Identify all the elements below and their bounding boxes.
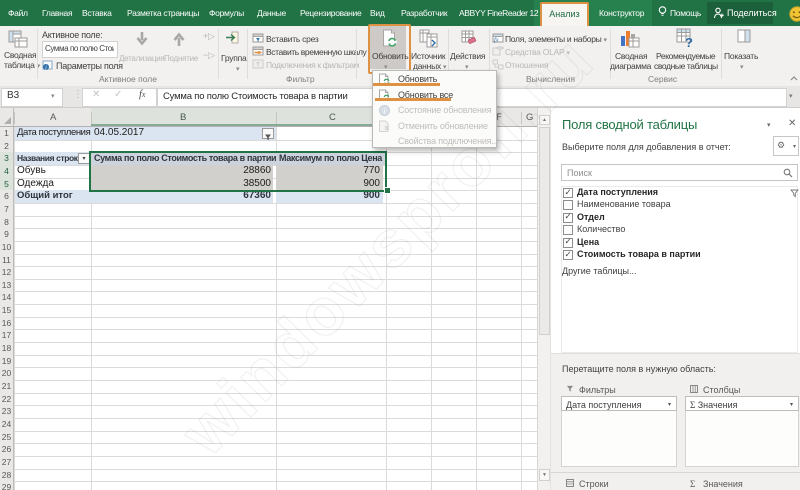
svg-text:fx: fx <box>494 37 499 44</box>
svg-text:?: ? <box>685 35 693 49</box>
svg-text:i: i <box>383 107 385 116</box>
